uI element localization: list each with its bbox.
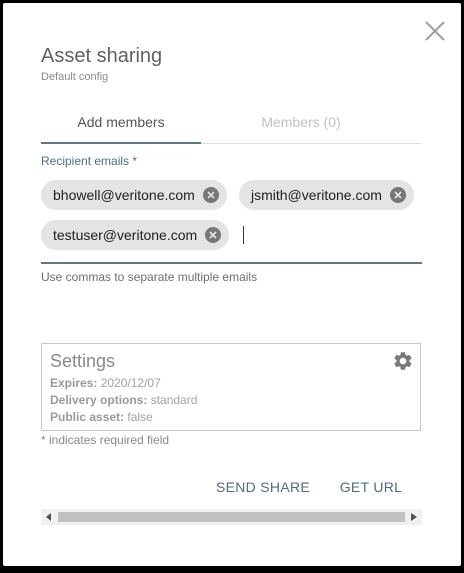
- required-field-note: * indicates required field: [41, 433, 170, 447]
- settings-title: Settings: [50, 351, 116, 371]
- horizontal-scrollbar[interactable]: [41, 509, 422, 525]
- recipient-emails-label: Recipient emails *: [41, 154, 138, 168]
- dialog-subtitle: Default config: [41, 71, 109, 83]
- gear-icon[interactable]: [392, 350, 414, 372]
- chip-email: jsmith@veritone.com: [251, 187, 382, 203]
- setting-expires: Expires: 2020/12/07: [50, 376, 161, 390]
- tab-members[interactable]: Members (0): [221, 101, 381, 143]
- setting-expires-value: 2020/12/07: [100, 376, 161, 390]
- dialog-title: Asset sharing: [41, 45, 163, 67]
- email-helper-text: Use commas to separate multiple emails: [41, 270, 258, 284]
- setting-delivery-label: Delivery options:: [50, 393, 148, 407]
- close-icon[interactable]: [421, 17, 449, 45]
- setting-expires-label: Expires:: [50, 376, 98, 390]
- active-tab-indicator: [41, 142, 201, 144]
- email-chip: bhowell@veritone.com: [41, 180, 227, 210]
- get-url-button[interactable]: GET URL: [335, 473, 407, 501]
- remove-chip-icon[interactable]: [202, 187, 219, 203]
- settings-panel: Settings Expires: 2020/12/07 Delivery op…: [41, 343, 421, 431]
- email-input-underline: [41, 262, 422, 264]
- setting-public: Public asset: false: [50, 410, 153, 424]
- asset-sharing-dialog: Asset sharing Default config Add members…: [3, 3, 461, 566]
- email-chip: jsmith@veritone.com: [239, 180, 414, 210]
- scroll-left-icon[interactable]: [41, 509, 57, 525]
- setting-public-label: Public asset:: [50, 410, 125, 424]
- remove-chip-icon[interactable]: [205, 227, 222, 243]
- tab-bar: Add members Members (0): [41, 101, 422, 144]
- scroll-right-icon[interactable]: [406, 509, 422, 525]
- email-chip: testuser@veritone.com: [41, 220, 230, 250]
- tab-add-members[interactable]: Add members: [41, 101, 201, 143]
- setting-delivery: Delivery options: standard: [50, 393, 197, 407]
- setting-public-value: false: [127, 410, 153, 424]
- scrollbar-thumb[interactable]: [58, 512, 405, 522]
- email-input-caret[interactable]: [243, 226, 244, 244]
- setting-delivery-value: standard: [150, 393, 198, 407]
- remove-chip-icon[interactable]: [389, 187, 406, 203]
- send-share-button[interactable]: SEND SHARE: [213, 473, 313, 501]
- chip-email: testuser@veritone.com: [53, 227, 198, 243]
- chip-email: bhowell@veritone.com: [53, 187, 195, 203]
